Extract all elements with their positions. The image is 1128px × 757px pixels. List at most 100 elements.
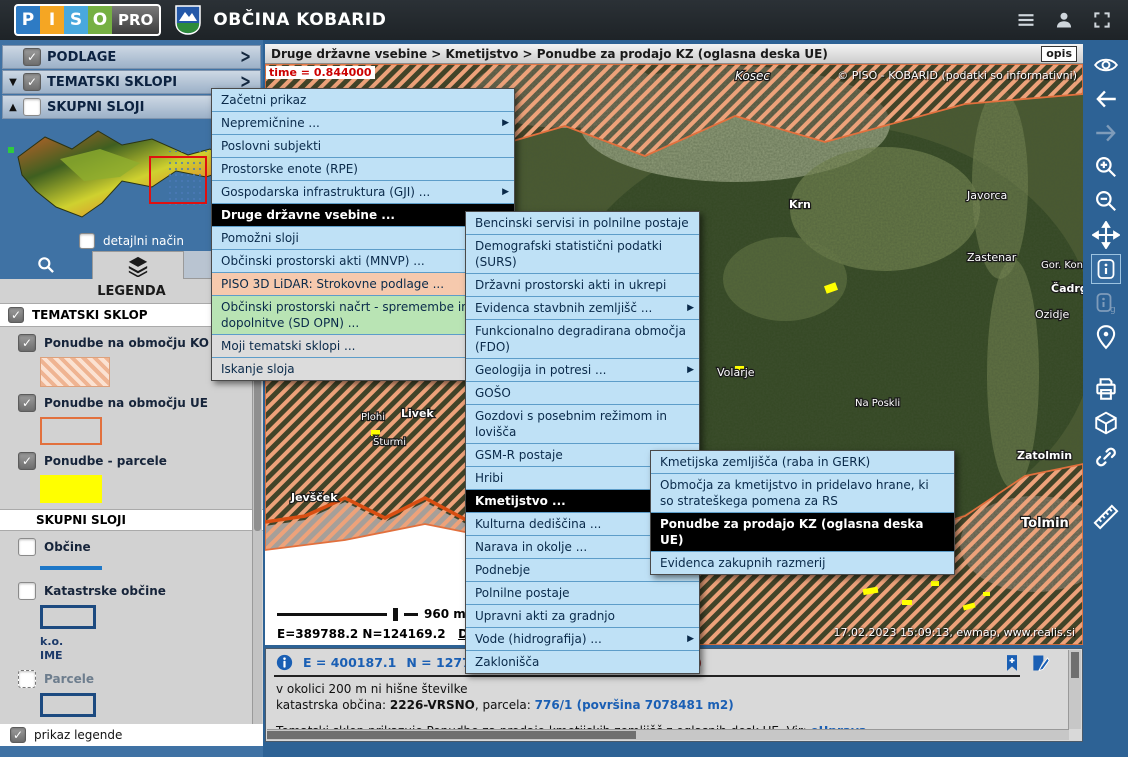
piso-logo[interactable]: P I S O PRO [14,4,161,36]
swatch-yellow-fill [40,475,102,503]
layer-checkbox[interactable]: ✓ [18,670,36,688]
tab-layers[interactable] [92,251,184,279]
menu-item[interactable]: Državni prostorski akti in ukrepi [466,274,699,297]
tematski-sklop-checkbox[interactable]: ✓ [8,307,24,323]
layer-label: Ponudbe na območju KO [44,336,209,350]
legend-item[interactable]: ✓ Parcele [18,670,263,688]
map-label: Gor. Kon [1041,260,1083,271]
tematski-sklop-label: TEMATSKI SKLOP [32,308,148,322]
pan-icon[interactable] [1091,220,1121,250]
edit-note-icon[interactable] [1030,653,1050,673]
scale-distance: 960 m [424,607,466,621]
menu-item[interactable]: Evidenca zakupnih razmerij [651,552,954,574]
menu-item[interactable]: Funkcionalno degradirana območja (FDO) [466,320,699,359]
ruler-icon[interactable] [1091,502,1121,532]
legend-item[interactable]: ✓ Ponudbe na območju UE [18,394,263,412]
menu-item[interactable]: Demografski statistični podatki (SURS) [466,235,699,274]
opis-button[interactable]: opis [1041,46,1077,62]
layer-label: Ponudbe - parcele [44,454,167,468]
map-label: Plohi [361,412,385,423]
layer-checkbox[interactable]: ✓ [18,582,36,600]
info-circle-icon [276,654,293,671]
map-label: Ozidje [1035,308,1070,321]
map-label: Zatolmin [1017,449,1072,462]
sidebar-panel-podlage[interactable]: ✓ PODLAGE > [2,45,261,69]
collapse-down-icon[interactable]: ▼ [3,77,23,88]
layer-checkbox[interactable]: ✓ [18,334,36,352]
scrollbar-thumb[interactable] [267,731,636,739]
info-vertical-scrollbar[interactable] [1068,650,1081,729]
druge-drzavne-vsebine-submenu: Bencinski servisi in polnilne postaje De… [465,211,700,674]
show-legend-checkbox[interactable]: ✓ [10,727,26,743]
menu-item[interactable]: Geologija in potresi ...▶ [466,359,699,382]
location-pin-icon[interactable] [1091,322,1121,352]
kmetijstvo-submenu: Kmetijska zemljišča (raba in GERK) Območ… [650,450,955,575]
nearby-address-note: v okolici 200 m ni hišne številke [276,681,1012,697]
menu-item[interactable]: Prostorske enote (RPE) [212,158,514,181]
podlage-checkbox[interactable]: ✓ [23,48,41,66]
map-label: Šturmi [373,435,406,448]
link-icon[interactable] [1091,442,1121,472]
menu-item[interactable]: Vode (hidrografija) ...▶ [466,628,699,651]
info-horizontal-scrollbar[interactable] [267,729,1069,740]
map-label: Krn [789,198,811,211]
menu-item[interactable]: GOŠO [466,382,699,405]
map-label: Tolmin [1021,516,1069,531]
scrollbar-thumb[interactable] [1071,652,1079,678]
info-icon[interactable] [1091,254,1121,284]
page-title: OBČINA KOBARID [213,10,386,30]
legend-item[interactable]: ✓ Katastrske občine [18,582,263,600]
legend-item[interactable]: ✓ Občine [18,538,263,556]
menu-item[interactable]: Območja za kmetijstvo in pridelavo hrane… [651,474,954,513]
menu-item[interactable]: Kmetijska zemljišča (raba in GERK) [651,451,954,474]
menu-item[interactable]: Gospodarska infrastruktura (GJI) ...▶ [212,181,514,204]
print-icon[interactable] [1091,374,1121,404]
bookmark-add-icon[interactable] [1002,653,1022,673]
menu-item[interactable]: Poslovni subjekti [212,135,514,158]
tab-search[interactable] [0,251,92,279]
zoom-in-icon[interactable] [1091,152,1121,182]
logo-letter: S [64,6,88,34]
map-label: Na Poskli [855,398,900,409]
cube-3d-icon[interactable] [1091,408,1121,438]
info-g-icon[interactable]: g [1091,288,1121,318]
menu-item-selected[interactable]: Ponudbe za prodajo KZ (oglasna deska UE) [651,513,954,552]
menu-item[interactable]: Zaklonišča [466,651,699,673]
menu-item[interactable]: Upravni akti za gradnjo [466,605,699,628]
swatch-navy-rect [40,605,96,629]
user-icon[interactable] [1054,10,1074,30]
fullscreen-icon[interactable] [1092,10,1112,30]
layer-checkbox[interactable]: ✓ [18,452,36,470]
legend-item[interactable]: ✓ Ponudbe - parcele [18,452,263,470]
menu-item[interactable]: Začetni prikaz [212,89,514,112]
back-arrow-icon[interactable] [1091,84,1121,114]
collapse-up-icon[interactable]: ▲ [3,102,23,113]
detail-mode-label: detajlni način [103,234,184,248]
detail-mode-checkbox[interactable]: ✓ [79,233,95,249]
panel-label: SKUPNI SLOJI [47,100,144,115]
menu-item[interactable]: Nepremičnine ...▶ [212,112,514,135]
layer-checkbox[interactable]: ✓ [18,538,36,556]
layer-label: Parcele [44,672,94,686]
logo-letter: I [40,6,64,34]
skupni-checkbox[interactable]: ✓ [23,98,41,116]
parcel-link[interactable]: 776/1 (površina 7078481 m2) [535,698,734,712]
zoom-out-icon[interactable] [1091,186,1121,216]
menu-item[interactable]: Bencinski servisi in polnilne postaje [466,212,699,235]
check-icon: ✓ [27,51,37,63]
search-icon [36,255,56,275]
menu-icon[interactable] [1016,10,1036,30]
layer-label: Ponudbe na območju UE [44,396,208,410]
logo-letter: P [16,6,40,34]
eye-icon[interactable] [1091,50,1121,80]
map-label: Livek [401,407,434,420]
map-label: Javorca [966,189,1007,202]
tematski-checkbox[interactable]: ✓ [23,73,41,91]
menu-item[interactable]: Evidenca stavbnih zemljišč ...▶ [466,297,699,320]
cadastral-label: katastrska občina: [276,698,390,712]
forward-arrow-icon[interactable] [1091,118,1121,148]
menu-item[interactable]: Gozdovi s posebnim režimom in lovišča [466,405,699,444]
menu-item[interactable]: Polnilne postaje [466,582,699,605]
layer-checkbox[interactable]: ✓ [18,394,36,412]
layers-icon [127,255,149,277]
